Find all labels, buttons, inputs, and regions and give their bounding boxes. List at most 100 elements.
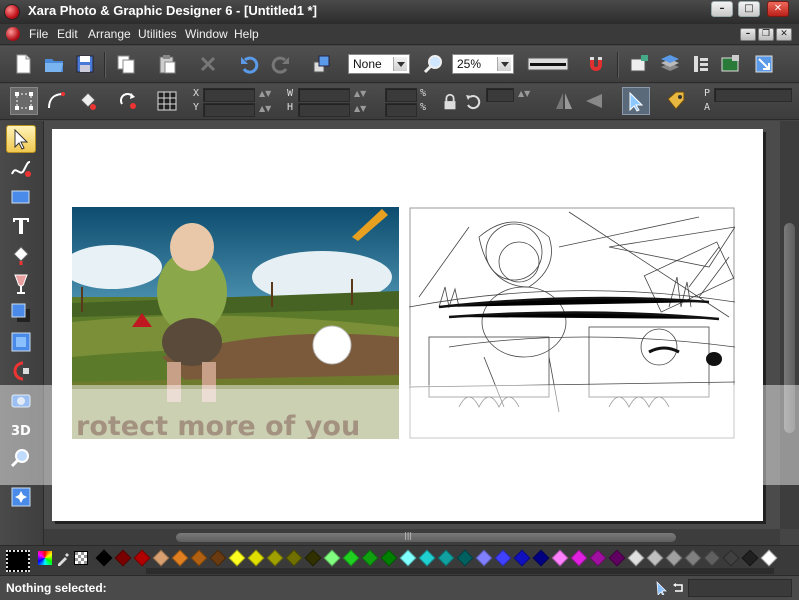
live-effects-tool[interactable] xyxy=(6,483,36,511)
shadow-tool[interactable] xyxy=(6,299,36,327)
rotation-mode-button[interactable] xyxy=(114,87,142,115)
show-object-edit-handles-button[interactable] xyxy=(622,87,650,115)
open-button[interactable] xyxy=(40,50,68,78)
w-spin-arrows-icon[interactable]: ▲▼ xyxy=(354,90,366,98)
menu-file[interactable]: File xyxy=(29,27,48,41)
palette-swatch[interactable] xyxy=(399,549,417,567)
palette-swatch[interactable] xyxy=(418,549,436,567)
width-field[interactable] xyxy=(298,88,350,102)
snap-button[interactable] xyxy=(582,50,610,78)
scale-height-field[interactable] xyxy=(385,103,417,117)
palette-scrollbar[interactable] xyxy=(146,568,774,574)
delete-button[interactable] xyxy=(194,50,222,78)
palette-swatch[interactable] xyxy=(760,549,778,567)
color-picker-icon[interactable] xyxy=(38,551,52,565)
palette-swatch[interactable] xyxy=(532,549,550,567)
name-field[interactable] xyxy=(714,88,792,102)
x-position-field[interactable] xyxy=(203,88,255,102)
rectangle-tool[interactable] xyxy=(6,183,36,211)
palette-swatch[interactable] xyxy=(703,549,721,567)
chevron-down-icon[interactable] xyxy=(497,57,511,71)
palette-swatch[interactable] xyxy=(152,549,170,567)
fill-handles-button[interactable] xyxy=(73,87,101,115)
bevel-tool[interactable] xyxy=(6,328,36,356)
freehand-tool[interactable] xyxy=(6,154,36,182)
redo-button[interactable] xyxy=(267,50,295,78)
object-gallery-button[interactable] xyxy=(687,50,715,78)
palette-swatch[interactable] xyxy=(266,549,284,567)
doc-minimize-button[interactable]: – xyxy=(740,28,756,41)
palette-swatch[interactable] xyxy=(456,549,474,567)
flip-vertical-button[interactable] xyxy=(580,87,608,115)
palette-swatch[interactable] xyxy=(722,549,740,567)
height-field[interactable] xyxy=(298,103,350,117)
copy-button[interactable] xyxy=(112,50,140,78)
palette-swatch[interactable] xyxy=(570,549,588,567)
layer-gallery-button[interactable] xyxy=(656,50,684,78)
doc-close-button[interactable]: ✕ xyxy=(776,28,792,41)
page-gallery-button[interactable] xyxy=(625,50,653,78)
menu-utilities[interactable]: Utilities xyxy=(138,27,177,41)
palette-swatch[interactable] xyxy=(627,549,645,567)
xara-app-icon[interactable] xyxy=(4,4,20,20)
palette-swatch[interactable] xyxy=(494,549,512,567)
palette-swatch[interactable] xyxy=(190,549,208,567)
zoom-combo[interactable]: 25% xyxy=(452,54,514,74)
undo-button[interactable] xyxy=(235,50,263,78)
palette-swatch[interactable] xyxy=(323,549,341,567)
palette-swatch[interactable] xyxy=(171,549,189,567)
doc-restore-button[interactable]: ❐ xyxy=(758,28,774,41)
close-button[interactable]: ✕ xyxy=(767,1,789,17)
document-icon[interactable] xyxy=(6,27,20,41)
text-tool[interactable] xyxy=(6,212,36,240)
wireframe-outline-view[interactable] xyxy=(409,207,735,439)
snap-status-icon[interactable] xyxy=(672,580,686,594)
maximize-button[interactable]: □ xyxy=(738,1,760,17)
h-spin-arrows-icon[interactable]: ▲▼ xyxy=(354,105,366,113)
contour-tool[interactable] xyxy=(6,357,36,385)
eyedropper-icon[interactable] xyxy=(56,551,70,566)
3d-tool[interactable]: 3D xyxy=(6,415,36,443)
palette-swatch[interactable] xyxy=(361,549,379,567)
export-button[interactable] xyxy=(750,50,778,78)
palette-swatch[interactable] xyxy=(589,549,607,567)
rotation-angle-field[interactable] xyxy=(486,88,514,102)
palette-swatch[interactable] xyxy=(437,549,455,567)
horizontal-scrollbar[interactable]: ||| xyxy=(44,529,780,545)
palette-swatch[interactable] xyxy=(133,549,151,567)
menu-help[interactable]: Help xyxy=(234,27,259,41)
bitmap-gallery-button[interactable] xyxy=(716,50,744,78)
feather-combo[interactable]: None xyxy=(348,54,410,74)
palette-swatch[interactable] xyxy=(228,549,246,567)
palette-swatch[interactable] xyxy=(665,549,683,567)
vertical-scroll-thumb[interactable] xyxy=(784,223,795,433)
chevron-down-icon[interactable] xyxy=(393,57,407,71)
palette-swatch[interactable] xyxy=(608,549,626,567)
palette-swatch[interactable] xyxy=(380,549,398,567)
minimize-button[interactable]: – xyxy=(711,1,733,17)
zoom-tool[interactable] xyxy=(6,444,36,472)
menu-arrange[interactable]: Arrange xyxy=(88,27,131,41)
scale-width-field[interactable] xyxy=(385,88,417,102)
grid-button[interactable] xyxy=(153,87,181,115)
palette-swatch[interactable] xyxy=(304,549,322,567)
rotate-handles-button[interactable] xyxy=(42,87,70,115)
current-color-swatch[interactable] xyxy=(6,550,30,572)
paste-button[interactable] xyxy=(153,50,181,78)
horizontal-scroll-thumb[interactable] xyxy=(176,533,676,542)
document-workspace[interactable]: rotect more of you xyxy=(44,121,780,529)
golf-photo-image[interactable]: rotect more of you xyxy=(72,207,399,439)
angle-spin-arrows-icon[interactable]: ▲▼ xyxy=(518,90,530,98)
photo-tool[interactable] xyxy=(6,386,36,414)
no-color-swatch[interactable] xyxy=(74,551,88,565)
rotation-angle-button[interactable] xyxy=(462,88,484,116)
palette-swatch[interactable] xyxy=(513,549,531,567)
palette-swatch[interactable] xyxy=(342,549,360,567)
save-button[interactable] xyxy=(71,50,99,78)
palette-swatch[interactable] xyxy=(551,549,569,567)
palette-swatch[interactable] xyxy=(285,549,303,567)
palette-swatch[interactable] xyxy=(114,549,132,567)
lock-aspect-button[interactable] xyxy=(440,88,460,116)
selector-tool[interactable] xyxy=(6,125,36,153)
line-width-button[interactable] xyxy=(524,50,572,78)
